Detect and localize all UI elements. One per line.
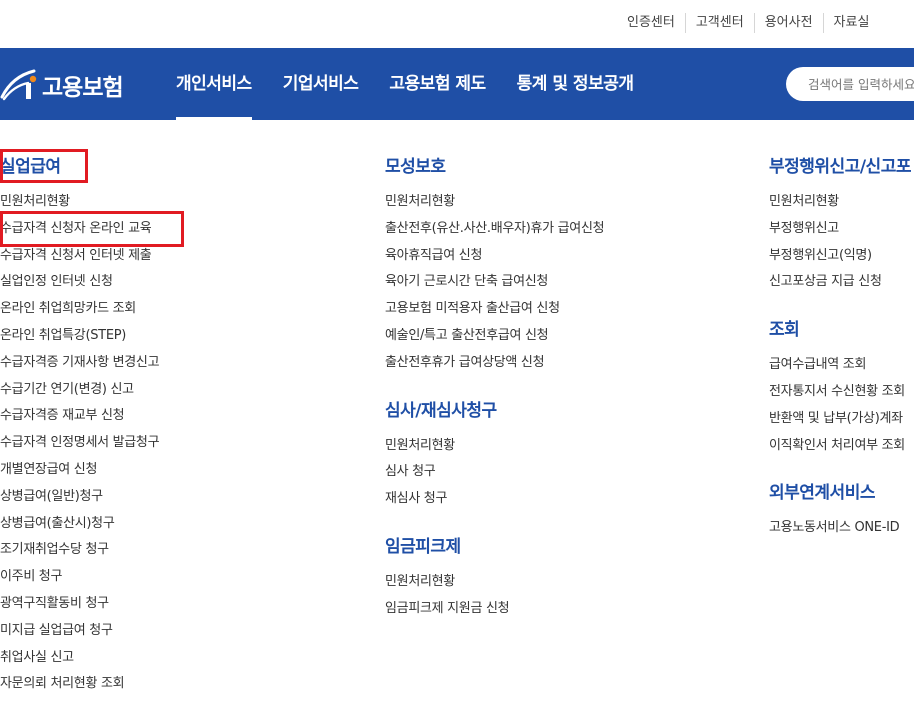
menu-item-employment-report[interactable]: 취업사실 신고: [0, 645, 159, 672]
search-box: [786, 67, 914, 101]
menu-column-1: 실업급여 민원처리현황 수급자격 신청자 온라인 교육 수급자격 신청서 인터넷…: [0, 155, 160, 698]
section-appeal: 심사/재심사청구 민원처리현황 심사 청구 재심사 청구: [385, 399, 604, 513]
menu-item-maternity-leave[interactable]: 출산전후(유산.사산.배우자)휴가 급여신청: [385, 216, 605, 243]
menu-item-complaint-status[interactable]: 민원처리현황: [385, 569, 604, 596]
menu-item-complaint-status[interactable]: 민원처리현황: [0, 189, 159, 216]
search-input[interactable]: [808, 67, 914, 101]
menu-item-relocation[interactable]: 이주비 청구: [0, 564, 159, 591]
menu-item-e-notice-status[interactable]: 전자통지서 수신현황 조회: [769, 379, 911, 406]
menu-item-wage-peak-subsidy[interactable]: 임금피크제 지원금 신청: [385, 596, 604, 623]
menu-item-period-extension[interactable]: 수급기간 연기(변경) 신고: [0, 377, 159, 404]
main-header: 고용보험 개인서비스 기업서비스 고용보험 제도 통계 및 정보공개: [0, 48, 914, 120]
menu-item-artist-childbirth[interactable]: 예술인/특고 출산전후급여 신청: [385, 323, 604, 350]
menu-list: 급여수급내역 조회 전자통지서 수신현황 조회 반환액 및 납부(가상)계좌 이…: [769, 352, 911, 459]
section-external-services: 외부연계서비스 고용노동서비스 ONE-ID: [769, 481, 911, 542]
menu-item-job-hope-card[interactable]: 온라인 취업희망카드 조회: [0, 296, 159, 323]
menu-item-unemployment-recognition[interactable]: 실업인정 인터넷 신청: [0, 269, 159, 296]
menu-item-separation-status[interactable]: 이직확인서 처리여부 조회: [769, 433, 911, 460]
menu-item-complaint-status[interactable]: 민원처리현황: [769, 189, 911, 216]
menu-item-benefit-history[interactable]: 급여수급내역 조회: [769, 352, 911, 379]
menu-item-re-review-request[interactable]: 재심사 청구: [385, 486, 604, 513]
menu-item-statement-issue[interactable]: 수급자격 인정명세서 발급청구: [0, 430, 160, 457]
site-logo[interactable]: 고용보험: [0, 67, 124, 103]
menu-item-reduced-hours[interactable]: 육아기 근로시간 단축 급여신청: [385, 269, 604, 296]
utility-link-cert-center[interactable]: 인증센터: [617, 13, 685, 33]
nav-insurance-system[interactable]: 고용보험 제도: [389, 48, 486, 120]
nav-business-service[interactable]: 기업서비스: [283, 48, 359, 120]
menu-item-sickness-general[interactable]: 상병급여(일반)청구: [0, 484, 159, 511]
utility-link-resources[interactable]: 자료실: [822, 13, 880, 33]
menu-item-fraud-report[interactable]: 부정행위신고: [769, 216, 911, 243]
menu-item-complaint-status[interactable]: 민원처리현황: [385, 189, 604, 216]
nav-statistics[interactable]: 통계 및 정보공개: [517, 48, 634, 120]
section-fraud-report: 부정행위신고/신고포 민원처리현황 부정행위신고 부정행위신고(익명) 신고포상…: [769, 155, 911, 296]
menu-item-reward-request[interactable]: 신고포상금 지급 신청: [769, 269, 911, 296]
menu-item-uninsured-childbirth[interactable]: 고용보험 미적용자 출산급여 신청: [385, 296, 604, 323]
section-unemployment-benefit: 실업급여 민원처리현황 수급자격 신청자 온라인 교육 수급자격 신청서 인터넷…: [0, 155, 160, 698]
section-title-inquiry[interactable]: 조회: [769, 318, 911, 342]
section-title-unemployment-benefit[interactable]: 실업급여: [0, 155, 159, 179]
menu-item-refund-account[interactable]: 반환액 및 납부(가상)계좌: [769, 406, 911, 433]
utility-link-glossary[interactable]: 용어사전: [753, 13, 823, 33]
menu-column-2: 모성보호 민원처리현황 출산전후(유산.사산.배우자)휴가 급여신청 육아휴직급…: [385, 155, 605, 623]
menu-item-fraud-report-anonymous[interactable]: 부정행위신고(익명): [769, 243, 911, 270]
menu-list: 고용노동서비스 ONE-ID: [769, 515, 911, 542]
menu-item-maternity-equivalent[interactable]: 출산전후휴가 급여상당액 신청: [385, 350, 604, 377]
utility-links: 인증센터 고객센터 용어사전 자료실: [617, 13, 879, 33]
section-title-external-services[interactable]: 외부연계서비스: [769, 481, 911, 505]
section-title-fraud-report[interactable]: 부정행위신고/신고포: [769, 155, 911, 179]
main-nav: 개인서비스 기업서비스 고용보험 제도 통계 및 정보공개: [176, 48, 665, 120]
utility-bar: 인증센터 고객센터 용어사전 자료실: [0, 0, 914, 48]
menu-item-complaint-status[interactable]: 민원처리현황: [385, 433, 604, 460]
menu-column-3: 부정행위신고/신고포 민원처리현황 부정행위신고 부정행위신고(익명) 신고포상…: [769, 155, 911, 542]
menu-item-one-id[interactable]: 고용노동서비스 ONE-ID: [769, 515, 911, 542]
menu-item-advisory-status[interactable]: 자문의뢰 처리현황 조회: [0, 671, 159, 698]
menu-item-early-reemployment[interactable]: 조기재취업수당 청구: [0, 537, 159, 564]
menu-list: 민원처리현황 임금피크제 지원금 신청: [385, 569, 604, 623]
menu-item-sickness-childbirth[interactable]: 상병급여(출산시)청구: [0, 511, 159, 538]
section-inquiry: 조회 급여수급내역 조회 전자통지서 수신현황 조회 반환액 및 납부(가상)계…: [769, 318, 911, 459]
menu-item-application-submit[interactable]: 수급자격 신청서 인터넷 제출: [0, 243, 159, 270]
menu-item-parental-leave[interactable]: 육아휴직급여 신청: [385, 243, 604, 270]
logo-mark-icon: [0, 69, 37, 101]
menu-list: 민원처리현황 부정행위신고 부정행위신고(익명) 신고포상금 지급 신청: [769, 189, 911, 296]
menu-list: 민원처리현황 출산전후(유산.사산.배우자)휴가 급여신청 육아휴직급여 신청 …: [385, 189, 605, 377]
utility-link-customer-center[interactable]: 고객센터: [684, 13, 754, 33]
menu-item-unpaid-benefit[interactable]: 미지급 실업급여 청구: [0, 618, 159, 645]
menu-list: 민원처리현황 심사 청구 재심사 청구: [385, 433, 604, 513]
menu-item-online-education[interactable]: 수급자격 신청자 온라인 교육: [0, 216, 159, 243]
section-maternity: 모성보호 민원처리현황 출산전후(유산.사산.배우자)휴가 급여신청 육아휴직급…: [385, 155, 605, 377]
logo-text: 고용보험: [42, 75, 124, 101]
section-title-appeal[interactable]: 심사/재심사청구: [385, 399, 604, 423]
menu-item-individual-extension[interactable]: 개별연장급여 신청: [0, 457, 159, 484]
menu-item-certificate-reissue[interactable]: 수급자격증 재교부 신청: [0, 403, 159, 430]
menu-item-wide-area-job-search[interactable]: 광역구직활동비 청구: [0, 591, 159, 618]
menu-item-step-lecture[interactable]: 온라인 취업특강(STEP): [0, 323, 159, 350]
section-wage-peak: 임금피크제 민원처리현황 임금피크제 지원금 신청: [385, 535, 604, 623]
nav-personal-service[interactable]: 개인서비스: [176, 48, 252, 120]
section-title-maternity[interactable]: 모성보호: [385, 155, 604, 179]
menu-item-certificate-change[interactable]: 수급자격증 기재사항 변경신고: [0, 350, 160, 377]
menu-item-review-request[interactable]: 심사 청구: [385, 459, 604, 486]
menu-list: 민원처리현황 수급자격 신청자 온라인 교육 수급자격 신청서 인터넷 제출 실…: [0, 189, 160, 698]
section-title-wage-peak[interactable]: 임금피크제: [385, 535, 604, 559]
